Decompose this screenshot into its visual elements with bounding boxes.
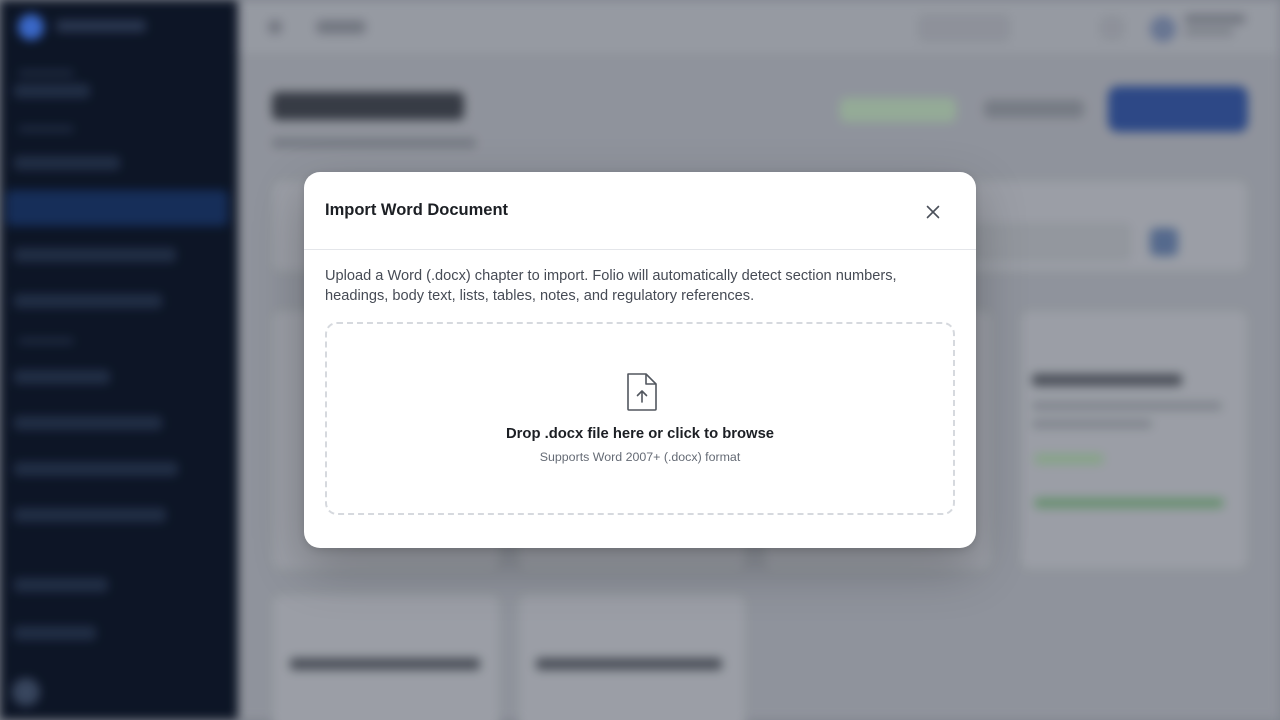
file-dropzone[interactable]: Drop .docx file here or click to browse … [325,322,955,515]
modal-title: Import Word Document [325,201,509,219]
dropzone-title: Drop .docx file here or click to browse [505,426,775,442]
file-upload-icon [627,373,657,411]
dropzone-subtitle: Supports Word 2007+ (.docx) format [539,450,741,464]
modal-description: Upload a Word (.docx) chapter to import.… [325,268,897,304]
close-icon [926,205,940,219]
import-word-modal: Import Word Document Upload a Word (.doc… [304,172,976,548]
modal-header: Import Word Document [304,172,976,250]
close-button[interactable] [917,196,949,228]
